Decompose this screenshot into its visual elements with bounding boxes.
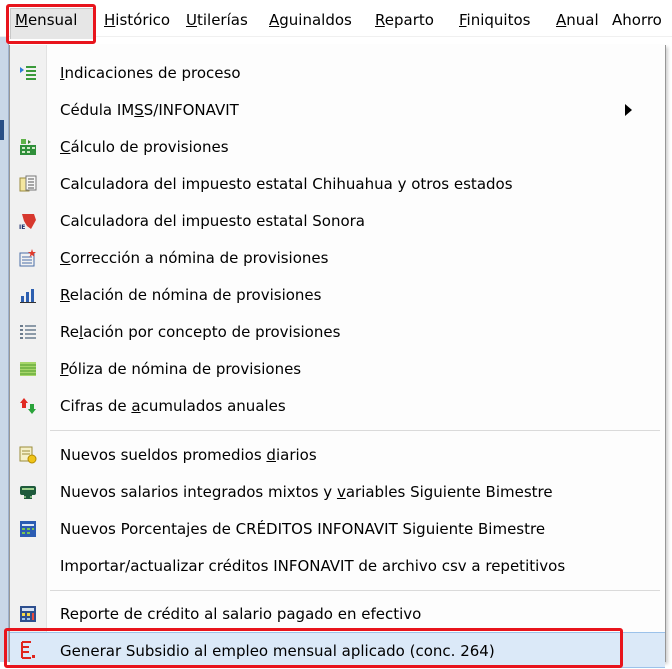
menu-item-reporte-credito-salario[interactable]: Reporte de crédito al salario pagado en … bbox=[10, 596, 665, 632]
menu-bar: Mensual Histórico Utilerías Aguinaldos R… bbox=[0, 0, 672, 39]
credit-report-icon bbox=[20, 606, 36, 622]
cumulative-figures-icon bbox=[20, 398, 36, 414]
selected-item-highlight-frame bbox=[4, 628, 623, 668]
menu-item-nuevos-sueldos-promedios[interactable]: Nuevos sueldos promedios diarios bbox=[10, 437, 665, 473]
menu-aguinaldos[interactable]: Aguinaldos bbox=[269, 0, 352, 36]
menu-item-cedula-imss-infonavit[interactable]: Cédula IMSS/INFONAVIT bbox=[10, 92, 665, 128]
sonora-tax-icon: IE bbox=[19, 214, 36, 230]
menu-anual[interactable]: Anual bbox=[556, 0, 599, 36]
menu-item-poliza-nomina[interactable]: Póliza de nómina de provisiones bbox=[10, 351, 665, 387]
menu-finiquitos[interactable]: Finiquitos bbox=[459, 0, 530, 36]
mensual-dropdown: Indicaciones de proceso Cédula IMSS/INFO… bbox=[9, 45, 666, 668]
menu-item-calculadora-chihuahua[interactable]: Calculadora del impuesto estatal Chihuah… bbox=[10, 166, 665, 202]
infonavit-percent-icon bbox=[20, 521, 36, 537]
menu-historico[interactable]: Histórico bbox=[104, 0, 170, 36]
menu-item-cifras-acumulados[interactable]: Cifras de acumulados anuales bbox=[10, 388, 665, 424]
menu-item-indicaciones-de-proceso[interactable]: Indicaciones de proceso bbox=[10, 55, 665, 91]
calculate-provisions-icon bbox=[20, 139, 36, 155]
list-icon bbox=[20, 325, 36, 339]
menu-item-calculadora-sonora[interactable]: IE Calculadora del impuesto estatal Sono… bbox=[10, 203, 665, 239]
menu-ahorro[interactable]: Ahorro bbox=[612, 0, 662, 36]
menu-separator bbox=[50, 590, 660, 591]
menu-item-calculo-de-provisiones[interactable]: Cálculo de provisiones bbox=[10, 129, 665, 165]
menu-item-relacion-nomina[interactable]: Relación de nómina de provisiones bbox=[10, 277, 665, 313]
menu-item-correccion-nomina[interactable]: Corrección a nómina de provisiones bbox=[10, 240, 665, 276]
menu-mensual-highlight-frame bbox=[6, 4, 96, 44]
menu-reparto[interactable]: Reparto bbox=[375, 0, 434, 36]
menu-utilerias[interactable]: Utilerías bbox=[186, 0, 248, 36]
submenu-arrow-icon bbox=[625, 104, 632, 116]
bar-chart-icon bbox=[20, 289, 36, 303]
salary-average-icon bbox=[19, 446, 37, 464]
integrated-salary-icon bbox=[20, 486, 36, 499]
menu-item-relacion-por-concepto[interactable]: Relación por concepto de provisiones bbox=[10, 314, 665, 350]
menu-separator bbox=[50, 430, 660, 431]
window-left-edge-accent bbox=[0, 120, 4, 140]
state-tax-calculator-icon bbox=[19, 175, 37, 192]
payroll-correction-icon bbox=[19, 249, 36, 267]
menu-item-importar-creditos-infonavit[interactable]: Importar/actualizar créditos INFONAVIT d… bbox=[10, 548, 665, 584]
menu-item-nuevos-porcentajes-infonavit[interactable]: Nuevos Porcentajes de CRÉDITOS INFONAVIT… bbox=[10, 511, 665, 547]
menu-item-nuevos-salarios-integrados[interactable]: Nuevos salarios integrados mixtos y vari… bbox=[10, 474, 665, 510]
svg-text:IE: IE bbox=[19, 224, 25, 230]
policy-icon bbox=[20, 362, 36, 376]
process-indications-icon bbox=[20, 66, 36, 80]
